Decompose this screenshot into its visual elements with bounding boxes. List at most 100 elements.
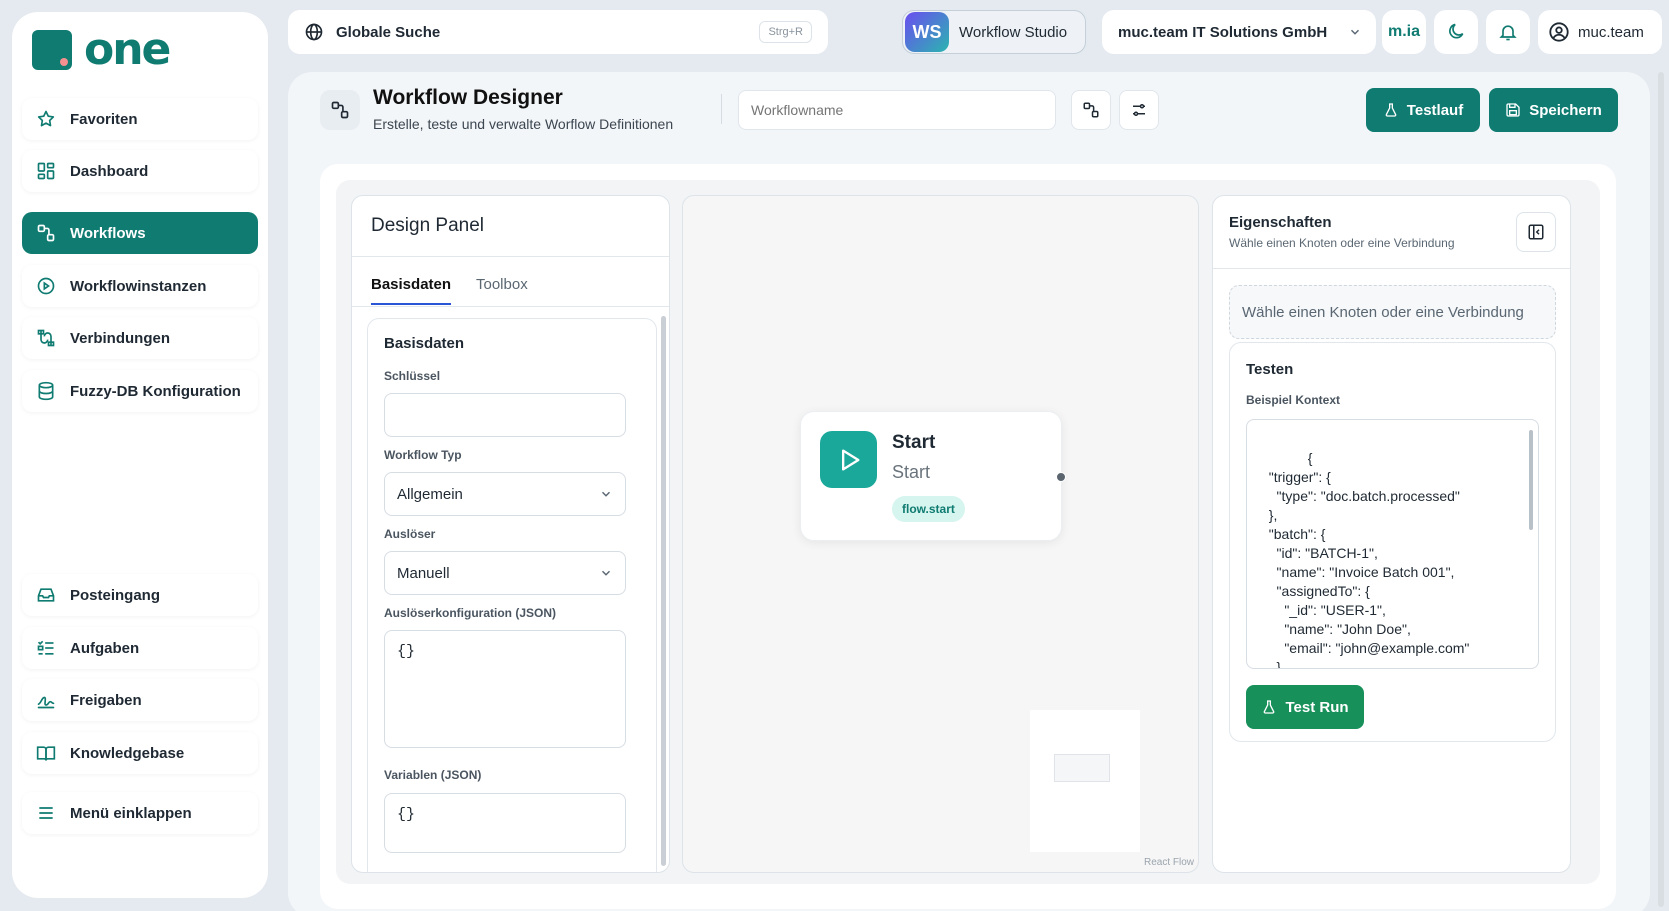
test-section: Testen Beispiel Kontext { "trigger": { "… [1229, 342, 1556, 742]
menu-icon [34, 801, 58, 825]
sidebar-item-label: Dashboard [70, 162, 149, 180]
context-textarea[interactable]: { "trigger": { "type": "doc.batch.proces… [1246, 419, 1539, 669]
variables-textarea[interactable]: {} [384, 793, 626, 853]
studio-badge: WS [905, 12, 949, 52]
theme-icon [1446, 22, 1466, 42]
page-scrollbar[interactable] [1658, 72, 1664, 907]
trigger-label: Auslöser [384, 527, 436, 541]
design-panel-divider [352, 256, 669, 257]
test-run-button[interactable]: Test Run [1246, 685, 1364, 729]
company-selector[interactable]: muc.team IT Solutions GmbH [1102, 10, 1376, 54]
testlauf-button[interactable]: Testlauf [1366, 88, 1480, 132]
signature-icon [34, 688, 58, 712]
design-panel-scrollbar[interactable] [661, 316, 666, 866]
node-title: Start [892, 432, 936, 453]
workflow-structure-button[interactable] [1071, 90, 1111, 130]
trigger-config-label: Auslöserkonfiguration (JSON) [384, 606, 557, 620]
global-search[interactable]: Globale Suche Strg+R [288, 10, 828, 54]
properties-divider [1213, 268, 1570, 269]
play-circle-icon [34, 274, 58, 298]
theme-toggle-button[interactable] [1434, 10, 1478, 54]
header-divider [721, 94, 722, 124]
minimap-node [1054, 754, 1110, 782]
sidebar-item-label: Favoriten [70, 110, 138, 128]
design-panel: Design Panel Basisdaten Toolbox Basisdat… [351, 195, 670, 873]
play-icon [820, 431, 877, 488]
toggle-panel-button[interactable] [1516, 212, 1556, 252]
page-title: Workflow Designer [373, 86, 563, 109]
trigger-select[interactable]: Manuell [384, 551, 626, 595]
trigger-config-textarea[interactable]: {} [384, 630, 626, 748]
database-icon [34, 379, 58, 403]
settings-sliders-button[interactable] [1119, 90, 1159, 130]
sidebar-item-fuzzy-db[interactable]: Fuzzy-DB Konfiguration [22, 370, 258, 412]
design-panel-title: Design Panel [371, 215, 485, 236]
workflow-icon [320, 90, 360, 130]
chevron-down-icon [599, 487, 613, 501]
star-icon [34, 107, 58, 131]
user-name: muc.team [1578, 23, 1644, 41]
sidebar-item-label: Menü einklappen [70, 804, 192, 822]
tab-basisdaten[interactable]: Basisdaten [371, 276, 451, 293]
workflow-type-select[interactable]: Allgemein [384, 472, 626, 516]
main-area: Workflow Designer Erstelle, teste und ve… [288, 72, 1650, 911]
sidebar-item-workflows[interactable]: Workflows [22, 212, 258, 254]
sidebar-item-verbindungen[interactable]: Verbindungen [22, 317, 258, 359]
connection-icon [34, 326, 58, 350]
node-output-handle[interactable] [1056, 472, 1066, 482]
inbox-icon [34, 583, 58, 607]
test-run-label: Test Run [1285, 698, 1349, 716]
sidebar-item-aufgaben[interactable]: Aufgaben [22, 627, 258, 669]
node-subtitle: Start [892, 462, 931, 482]
notifications-button[interactable] [1486, 10, 1530, 54]
sidebar-item-posteingang[interactable]: Posteingang [22, 574, 258, 616]
tab-toolbox[interactable]: Toolbox [476, 276, 528, 293]
book-icon [34, 741, 58, 765]
logo-text: one [84, 24, 171, 75]
section-title: Basisdaten [384, 335, 465, 352]
sidebar-item-label: Verbindungen [70, 329, 171, 347]
workflow-icon [34, 221, 58, 245]
workflow-icon [1082, 101, 1100, 119]
sidebar-collapse-button[interactable]: Menü einklappen [22, 792, 258, 834]
testlauf-label: Testlauf [1406, 101, 1464, 119]
flow-canvas[interactable]: Start Start flow.start React Flow [682, 195, 1199, 873]
mia-button[interactable]: m.ia [1382, 10, 1426, 54]
empty-selection-message: Wähle einen Knoten oder eine Verbindung [1229, 285, 1556, 339]
tasks-icon [34, 636, 58, 660]
workflow-name-input[interactable] [738, 90, 1056, 130]
save-button[interactable]: Speichern [1489, 88, 1618, 132]
save-label: Speichern [1529, 101, 1602, 119]
variables-label: Variablen (JSON) [384, 768, 482, 782]
designer-inner: Design Panel Basisdaten Toolbox Basisdat… [336, 180, 1600, 884]
sidebar-item-freigaben[interactable]: Freigaben [22, 679, 258, 721]
sidebar-item-label: Workflowinstanzen [70, 277, 207, 295]
page-subtitle: Erstelle, teste und verwalte Worflow Def… [373, 116, 674, 132]
logo[interactable]: one [32, 24, 171, 75]
bell-icon [1498, 22, 1518, 42]
context-scrollbar[interactable] [1529, 430, 1533, 530]
panel-collapse-icon [1527, 223, 1545, 241]
sidebar-item-favoriten[interactable]: Favoriten [22, 98, 258, 140]
user-menu[interactable]: muc.team [1538, 10, 1662, 54]
key-input[interactable] [384, 393, 626, 437]
company-label: muc.team IT Solutions GmbH [1118, 23, 1328, 41]
chevron-down-icon [1348, 25, 1362, 39]
start-node[interactable]: Start Start flow.start [800, 411, 1062, 541]
properties-subtitle: Wähle einen Knoten oder eine Verbindung [1229, 236, 1455, 250]
minimap[interactable] [1030, 710, 1140, 852]
workflow-studio-switch[interactable]: WS Workflow Studio [902, 10, 1086, 54]
context-label: Beispiel Kontext [1246, 393, 1341, 407]
react-flow-attribution[interactable]: React Flow [1144, 857, 1194, 868]
active-tab-indicator [371, 303, 451, 305]
context-code: { "trigger": { "type": "doc.batch.proces… [1268, 450, 1470, 669]
sidebar-item-workflowinstanzen[interactable]: Workflowinstanzen [22, 265, 258, 307]
logo-mark [32, 30, 72, 70]
flask-icon [1383, 102, 1399, 118]
sidebar-item-knowledgebase[interactable]: Knowledgebase [22, 732, 258, 774]
basisdaten-section: Basisdaten Schlüssel Workflow Typ Allgem… [367, 318, 657, 872]
tab-divider [352, 306, 669, 307]
sidebar-item-dashboard[interactable]: Dashboard [22, 150, 258, 192]
globe-icon [304, 22, 324, 42]
workflow-type-label: Workflow Typ [384, 448, 462, 462]
